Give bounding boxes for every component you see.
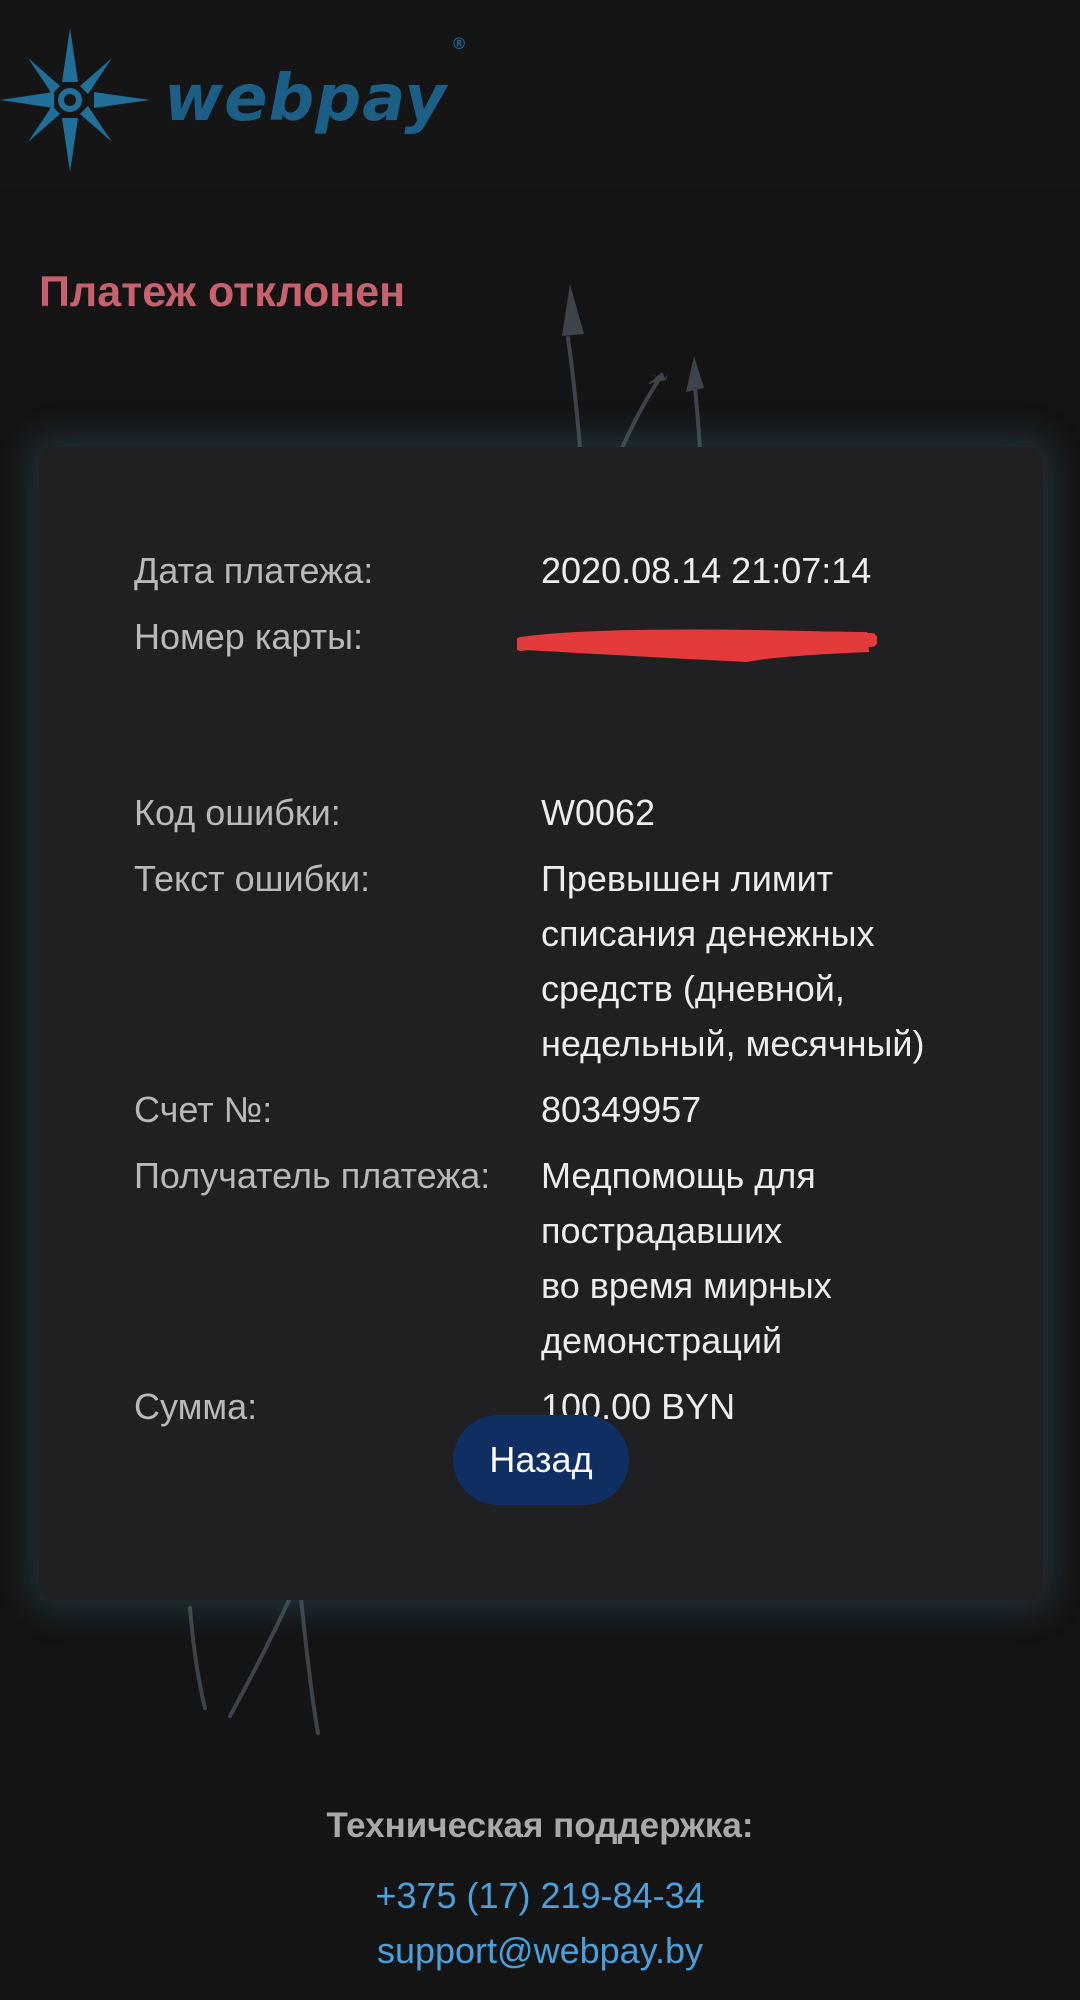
header: webpay® <box>0 0 1080 188</box>
detail-row-error-text: Текст ошибки: Превышен лимит списания де… <box>134 851 994 1071</box>
error-code-value: W0062 <box>541 792 656 833</box>
detail-row-invoice: Счет №: 80349957 <box>134 1082 994 1137</box>
recipient-value: Медпомощь для пострадавших во время мирн… <box>541 1155 832 1361</box>
compass-star-icon <box>0 28 150 172</box>
webpay-logo[interactable]: webpay® <box>0 28 469 172</box>
logo-text: webpay® <box>164 34 469 136</box>
date-value: 2020.08.14 21:07:14 <box>541 550 872 591</box>
registered-mark: ® <box>451 34 469 53</box>
detail-row-date: Дата платежа: 2020.08.14 21:07:14 <box>134 543 994 598</box>
error-code-label: Код ошибки: <box>134 792 341 833</box>
card-number-label: Номер карты: <box>134 616 363 657</box>
detail-row-card-number: Номер карты: <box>134 609 994 774</box>
invoice-value: 80349957 <box>541 1089 702 1130</box>
support-email-link[interactable]: support@webpay.by <box>0 1923 1080 1978</box>
payment-details-card: Дата платежа: 2020.08.14 21:07:14 Номер … <box>39 447 1043 1600</box>
support-title: Техническая поддержка: <box>326 1806 754 1845</box>
invoice-label: Счет №: <box>134 1089 273 1130</box>
back-button[interactable]: Назад <box>453 1415 629 1505</box>
support-phone-link[interactable]: +375 (17) 219-84-34 <box>0 1868 1080 1923</box>
support-section: Техническая поддержка: +375 (17) 219-84-… <box>0 1806 1080 1978</box>
date-label: Дата платежа: <box>134 550 374 591</box>
detail-row-error-code: Код ошибки: W0062 <box>134 785 994 840</box>
page-title: Платеж отклонен <box>39 268 406 316</box>
error-text-value: Превышен лимит списания денежных средств… <box>541 858 925 1064</box>
detail-row-recipient: Получатель платежа: Медпомощь для постра… <box>134 1148 994 1368</box>
card-number-value <box>517 609 994 774</box>
redaction-scribble <box>517 629 877 662</box>
recipient-label: Получатель платежа: <box>134 1155 491 1196</box>
error-text-label: Текст ошибки: <box>134 858 371 899</box>
payment-details-list: Дата платежа: 2020.08.14 21:07:14 Номер … <box>134 543 994 1445</box>
